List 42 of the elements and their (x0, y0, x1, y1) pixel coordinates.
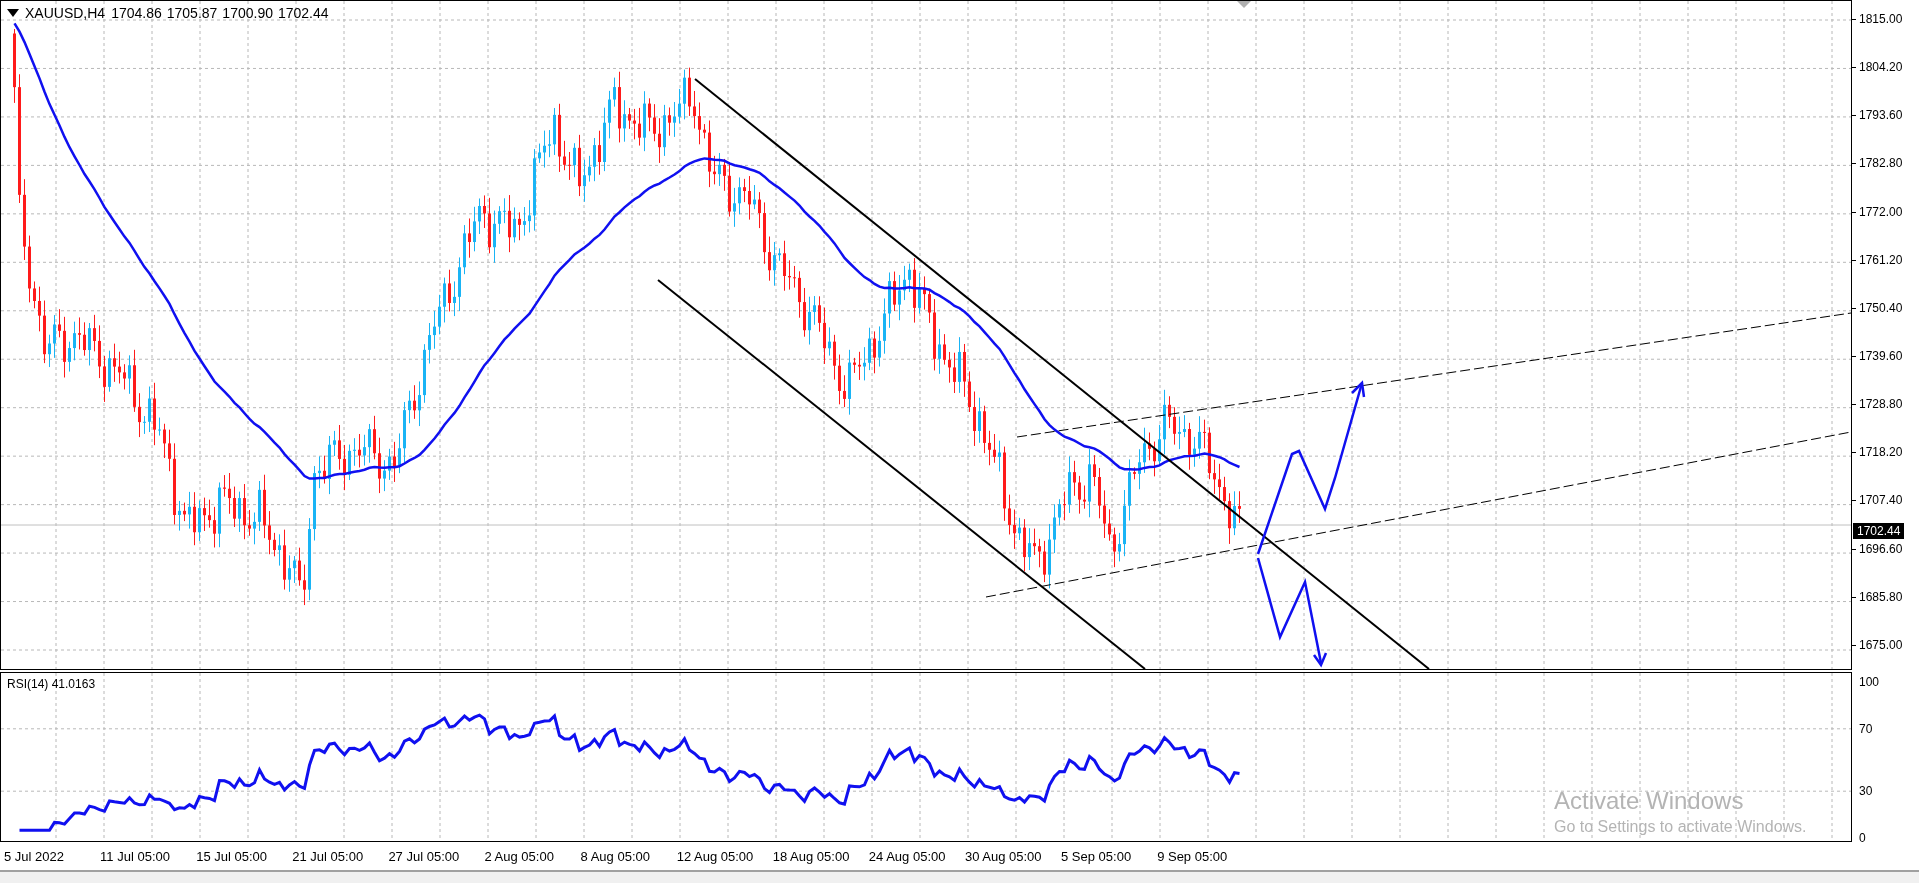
activation-title: Activate Windows (1554, 786, 1745, 816)
rsi-axis-label: 30 (1859, 784, 1873, 799)
time-axis-label: 5 Sep 05:00 (1061, 848, 1133, 864)
price-axis-label: 1782.80 (1852, 155, 1919, 172)
shift-marker-icon[interactable] (1237, 1, 1251, 8)
price-axis-label: 1761.20 (1852, 251, 1919, 268)
time-axis-label: 18 Aug 05:00 (772, 848, 851, 864)
price-axis-label: 1804.20 (1852, 59, 1919, 76)
time-axis-label: 24 Aug 05:00 (868, 848, 947, 864)
price-axis-label: 1728.80 (1852, 396, 1919, 413)
time-axis-label: 11 Jul 05:00 (100, 848, 171, 864)
time-axis-label: 21 Jul 05:00 (292, 848, 365, 864)
time-axis-label: 8 Aug 05:00 (580, 848, 651, 864)
time-axis-label: 2 Aug 05:00 (484, 848, 555, 864)
time-axis-label: 30 Aug 05:00 (964, 848, 1043, 864)
price-axis-label: 1772.00 (1852, 203, 1919, 220)
time-axis-label: 9 Sep 05:00 (1157, 848, 1229, 864)
price-axis-label: 1707.40 (1852, 492, 1919, 509)
rsi-axis-label: 70 (1859, 721, 1873, 736)
time-axis-label: 27 Jul 05:00 (388, 848, 461, 864)
price-axis-label: 1750.40 (1852, 299, 1919, 316)
price-axis-label: 1696.60 (1852, 540, 1919, 557)
rsi-axis-label: 0 (1859, 831, 1866, 845)
price-axis-label: 1739.60 (1852, 348, 1919, 364)
dropdown-triangle-icon[interactable] (7, 9, 19, 17)
time-axis-label: 12 Aug 05:00 (676, 848, 755, 864)
activation-subtitle: Go to Settings to activate Windows. (1554, 818, 1807, 836)
time-axis-label: 15 Jul 05:00 (196, 848, 269, 864)
ohlc-value: 1705.87 (166, 5, 218, 21)
ohlc-value: 1702.44 (277, 5, 329, 21)
current-price-label: 1702.44 (1853, 523, 1905, 539)
ohlc-value: 1704.86 (111, 5, 162, 21)
indicator-label: RSI(14) 41.0163 (7, 677, 96, 691)
price-axis-label: 1815.00 (1852, 11, 1919, 27)
ohlc-value: 1700.90 (222, 5, 273, 21)
symbol-label: XAUUSD,H4 (25, 5, 106, 21)
price-axis-label: 1718.20 (1852, 444, 1919, 461)
price-axis-label: 1675.00 (1852, 636, 1919, 653)
price-axis-label: 1685.80 (1852, 588, 1919, 605)
rsi-axis-label: 100 (1859, 675, 1880, 689)
time-axis-label: 5 Jul 2022 (4, 848, 65, 864)
price-axis-label: 1793.60 (1852, 107, 1919, 124)
